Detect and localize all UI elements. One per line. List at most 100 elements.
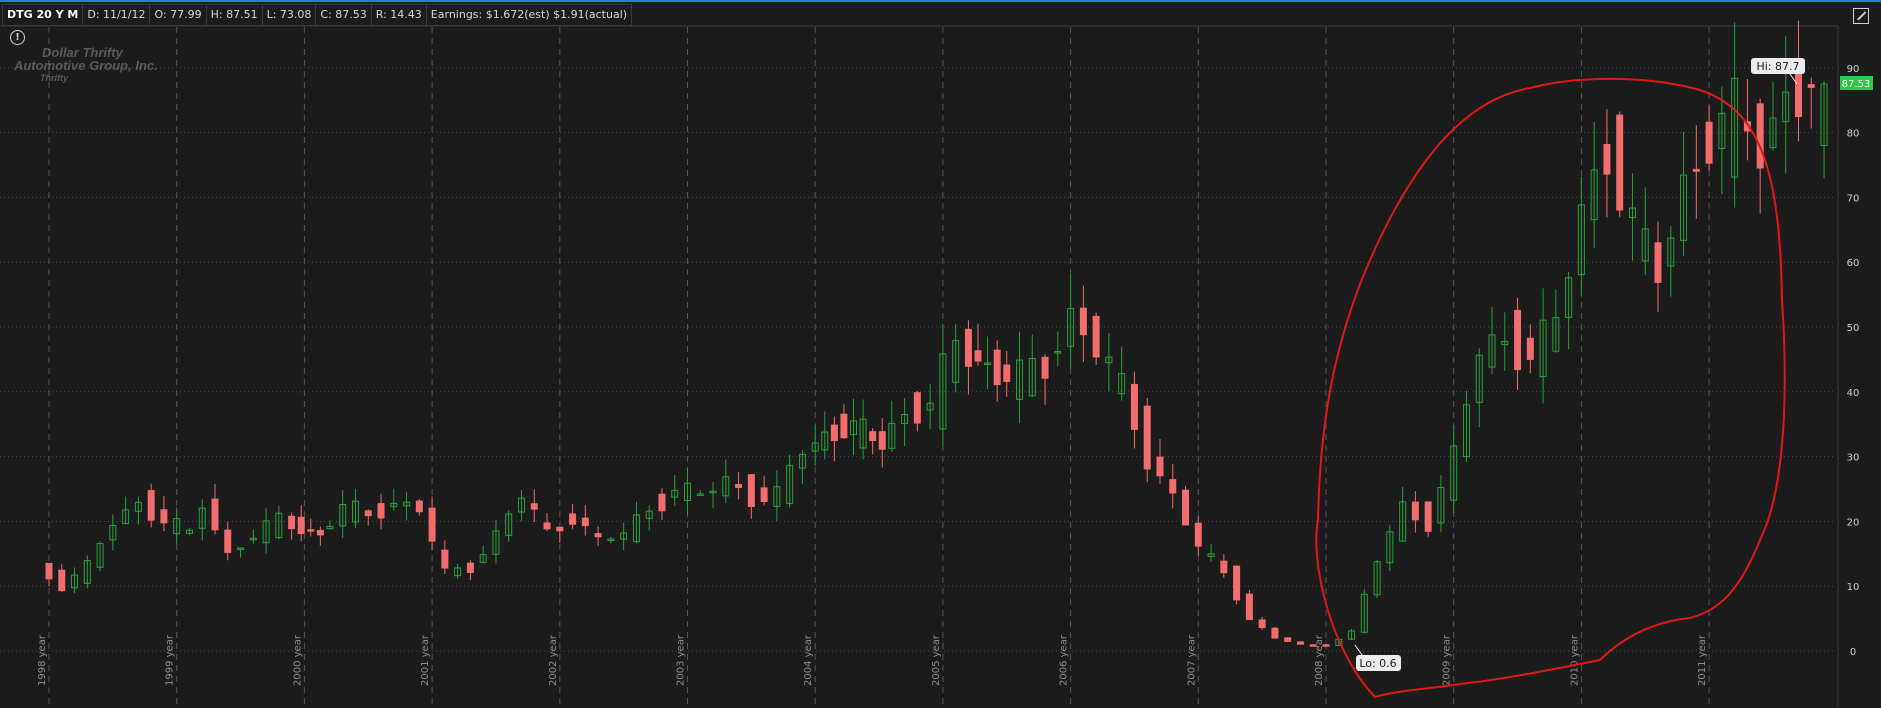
candle-body-79 xyxy=(1003,364,1011,382)
candle-body-96 xyxy=(1220,560,1228,574)
y-tick-label-20: 20 xyxy=(1847,517,1860,528)
candle-body-64 xyxy=(840,413,848,439)
logo-line-2: Automotive Group, Inc. xyxy=(14,58,158,73)
year-label-1998-year: 1998 year xyxy=(37,634,48,686)
y-tick-label-10: 10 xyxy=(1847,582,1860,593)
candle-body-41 xyxy=(556,526,564,532)
candle-body-98 xyxy=(1245,593,1253,620)
y-tick-label-70: 70 xyxy=(1847,193,1860,204)
candle-body-39 xyxy=(530,503,538,510)
candle-body-26 xyxy=(364,510,372,517)
candle-body-126 xyxy=(1603,144,1611,175)
candle-body-22 xyxy=(316,529,324,536)
year-label-2003-year: 2003 year xyxy=(676,634,687,686)
candle-body-99 xyxy=(1258,619,1266,629)
candle-body-42 xyxy=(569,513,577,525)
alert-circle-icon[interactable]: ! xyxy=(10,30,25,45)
candle-body-30 xyxy=(415,500,423,513)
y-tick-label-40: 40 xyxy=(1847,388,1860,399)
candle-body-89 xyxy=(1130,383,1138,430)
candle-body-85 xyxy=(1079,307,1087,336)
candle-body-120 xyxy=(1526,337,1534,360)
year-label-2001-year: 2001 year xyxy=(420,634,431,686)
candle-body-13 xyxy=(211,498,219,531)
candle-body-49 xyxy=(658,493,666,512)
candle-body-20 xyxy=(297,516,305,535)
logo-line-3: Thrifty xyxy=(40,73,68,83)
candle-body-119 xyxy=(1514,309,1522,371)
candle-body-101 xyxy=(1284,637,1292,642)
candle-body-100 xyxy=(1271,627,1279,639)
hi-label: Hi: 87.7 xyxy=(1756,60,1799,73)
candle-body-56 xyxy=(747,474,755,507)
year-label-1999-year: 1999 year xyxy=(165,634,176,686)
candle-body-34 xyxy=(466,562,474,573)
candle-body-91 xyxy=(1156,456,1164,477)
candle-body-14 xyxy=(224,529,232,553)
candle-body-92 xyxy=(1169,479,1177,494)
axis-layer: 0 10 20 30 40 50 60 70 80 90 1998 year 1999 year 200… xyxy=(37,64,1859,686)
candle-body-142 xyxy=(1807,84,1815,88)
year-label-2010-year: 2010 year xyxy=(1569,634,1580,686)
y-tick-label-80: 80 xyxy=(1847,129,1860,140)
y-tick-label-50: 50 xyxy=(1847,323,1860,334)
year-label-2002-year: 2002 year xyxy=(548,634,559,686)
candle-body-9 xyxy=(160,509,168,524)
candle-body-97 xyxy=(1233,565,1241,601)
candle-body-43 xyxy=(581,517,589,527)
candle-body-93 xyxy=(1182,489,1190,526)
circle-annotation xyxy=(1315,77,1786,699)
candle-body-68 xyxy=(878,431,886,450)
candle-body-0 xyxy=(45,562,53,580)
candle-body-133 xyxy=(1692,168,1700,172)
candle-body-71 xyxy=(913,392,921,424)
candle-body-31 xyxy=(428,507,436,542)
company-logo: Dollar Thrifty Automotive Group, Inc. Th… xyxy=(14,46,158,84)
candle-body-67 xyxy=(869,431,877,442)
candle-body-21 xyxy=(307,529,315,532)
candle-body-86 xyxy=(1092,315,1100,358)
candle-body-134 xyxy=(1705,121,1713,164)
candle-body-63 xyxy=(830,424,838,442)
candle-body-75 xyxy=(964,328,972,367)
lo-label-group: Lo: 0.6 xyxy=(1354,644,1401,671)
lo-label: Lo: 0.6 xyxy=(1359,657,1396,670)
candle-layer xyxy=(45,20,1828,647)
candle-body-111 xyxy=(1411,501,1419,521)
candle-body-78 xyxy=(993,349,1001,386)
candle-body-90 xyxy=(1143,405,1151,470)
candle-body-44 xyxy=(594,533,602,538)
candle-body-32 xyxy=(441,549,449,569)
candle-body-82 xyxy=(1041,356,1049,379)
y-tick-label-90: 90 xyxy=(1847,64,1860,75)
year-label-2009-year: 2009 year xyxy=(1442,634,1453,686)
year-label-2011-year: 2011 year xyxy=(1697,634,1708,686)
candle-body-8 xyxy=(147,490,155,521)
candle-body-19 xyxy=(288,515,296,530)
year-label-2004-year: 2004 year xyxy=(803,634,814,686)
candle-body-57 xyxy=(760,487,768,503)
y-tick-label-60: 60 xyxy=(1847,258,1860,269)
year-label-2006-year: 2006 year xyxy=(1059,634,1070,686)
year-label-2005-year: 2005 year xyxy=(931,634,942,686)
price-chart[interactable]: 0 10 20 30 40 50 60 70 80 90 1998 year 1999 year 200… xyxy=(0,0,1881,708)
y-tick-label-30: 30 xyxy=(1847,453,1860,464)
candle-body-130 xyxy=(1654,242,1662,283)
candle-body-55 xyxy=(735,484,743,488)
year-label-2008-year: 2008 year xyxy=(1314,634,1325,686)
candle-body-127 xyxy=(1616,114,1624,211)
candle-body-40 xyxy=(543,522,551,530)
candle-body-76 xyxy=(974,350,982,362)
candle-body-102 xyxy=(1296,641,1304,645)
year-label-2000-year: 2000 year xyxy=(292,634,303,686)
candle-body-1 xyxy=(58,569,66,592)
candle-body-27 xyxy=(377,503,385,519)
candle-body-138 xyxy=(1756,103,1764,169)
year-label-2007-year: 2007 year xyxy=(1186,634,1197,686)
candle-body-112 xyxy=(1424,501,1432,532)
last-price-label: 87.53 xyxy=(1842,79,1871,90)
grid-layer xyxy=(0,27,1836,708)
last-price-tag: 87.53 xyxy=(1840,76,1873,90)
lo-label-pointer xyxy=(1354,644,1363,656)
candle-body-94 xyxy=(1194,522,1202,547)
